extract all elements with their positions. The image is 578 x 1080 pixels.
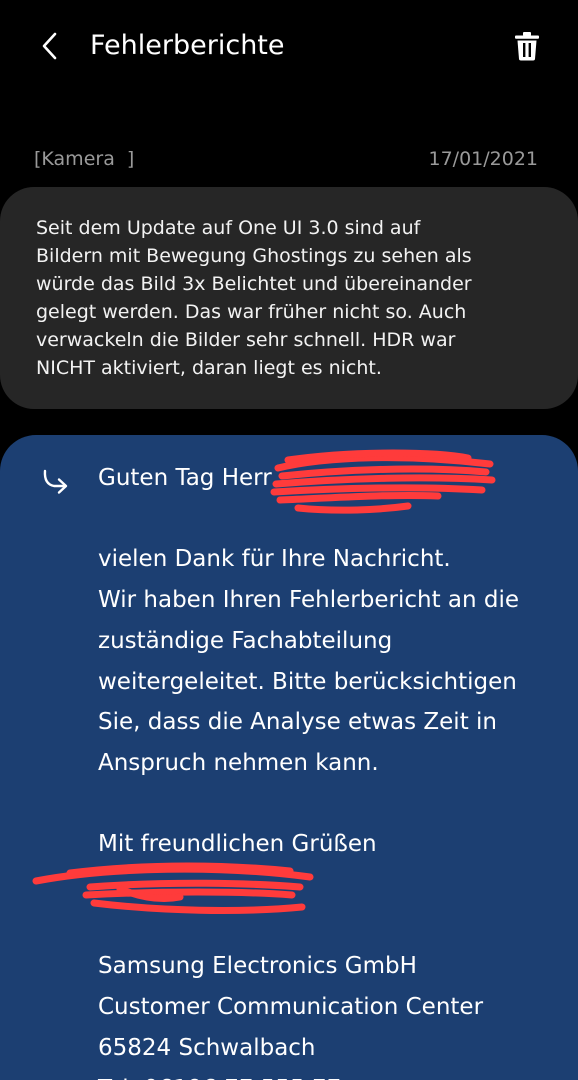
- trash-icon: [515, 32, 539, 61]
- reply-message-text: Guten Tag Herr vielen Dank für Ihre Nach…: [98, 465, 520, 1080]
- reply-arrow-icon: [43, 469, 68, 494]
- report-date: 17/01/2021: [428, 148, 538, 170]
- back-button[interactable]: [30, 24, 70, 68]
- report-message-bubble: Seit dem Update auf One UI 3.0 sind auf …: [0, 187, 578, 409]
- screen: Fehlerberichte [Kamera ] 17/01/2021 Seit…: [0, 0, 578, 1080]
- page-title: Fehlerberichte: [90, 30, 285, 61]
- chevron-left-icon: [42, 32, 57, 60]
- delete-button[interactable]: [506, 24, 548, 68]
- report-message-text: Seit dem Update auf One UI 3.0 sind auf …: [36, 217, 472, 379]
- app-bar: Fehlerberichte: [0, 0, 578, 95]
- report-category: [Kamera ]: [34, 148, 135, 170]
